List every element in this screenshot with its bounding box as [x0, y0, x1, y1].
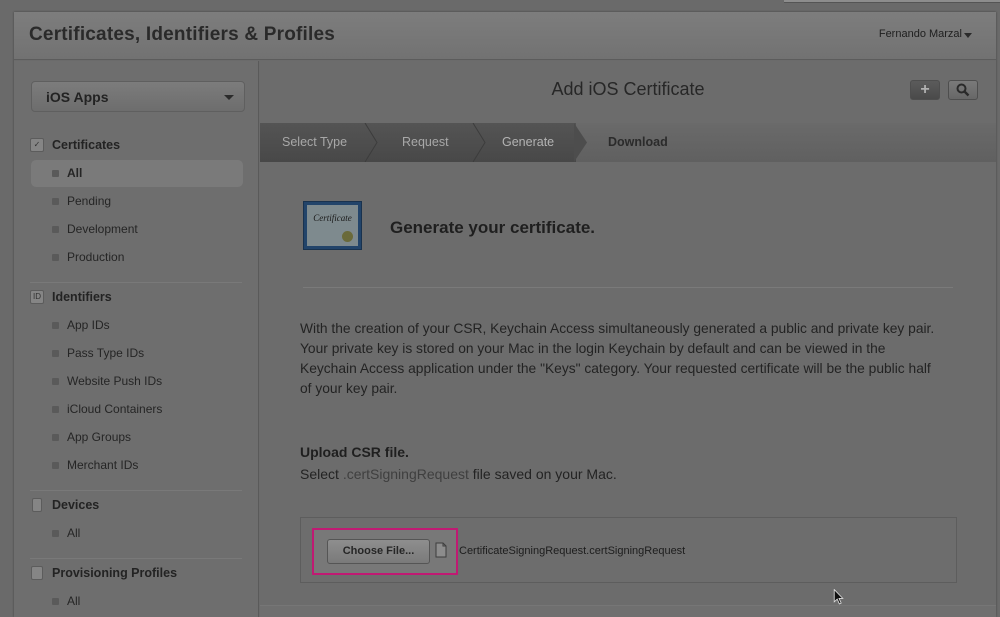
sidebar-item-app-groups[interactable]: App Groups [31, 424, 243, 451]
mouse-cursor-icon [833, 589, 844, 605]
file-icon [435, 542, 447, 558]
bullet-icon [52, 378, 59, 385]
sidebar-section-provisioning-profiles[interactable]: Provisioning Profiles [52, 566, 177, 580]
bullet-icon [52, 254, 59, 261]
content-title: Add iOS Certificate [551, 79, 705, 99]
file-upload-panel: Choose File... CertificateSigningRequest… [300, 517, 957, 583]
sidebar-item-app-ids[interactable]: App IDs [31, 312, 243, 339]
step-label: Select Type [282, 135, 348, 149]
bullet-icon [52, 530, 59, 537]
step-separator [472, 123, 486, 162]
bullet-icon [52, 462, 59, 469]
page-title: Certificates, Identifiers & Profiles [29, 24, 336, 45]
sidebar-item-label: App Groups [67, 430, 132, 444]
sidebar-item-label: Merchant IDs [67, 458, 139, 472]
search-button[interactable] [948, 80, 978, 100]
choose-file-button[interactable]: Choose File... [327, 539, 430, 564]
bullet-icon [52, 226, 59, 233]
chevron-down-icon[interactable] [964, 33, 972, 38]
certificate-icon: Certificate [303, 201, 362, 250]
generate-heading: Generate your certificate. [390, 218, 596, 237]
app-frame: Certificates, Identifiers & Profiles Fer… [14, 12, 996, 617]
sidebar-item-website-push-ids[interactable]: Website Push IDs [31, 368, 243, 395]
sidebar: iOS Apps ✓ Certificates All Pending Deve… [14, 61, 259, 617]
step-label: Request [402, 135, 449, 149]
sidebar-item-devices-all[interactable]: All [31, 520, 243, 547]
sidebar-divider [30, 558, 242, 559]
csr-explanation: With the creation of your CSR, Keychain … [300, 321, 935, 396]
content-divider [303, 287, 953, 288]
step-separator [364, 123, 378, 162]
plus-icon: + [920, 81, 930, 98]
sidebar-divider [30, 282, 242, 283]
add-button[interactable]: + [910, 80, 940, 100]
sidebar-item-label: Pass Type IDs [67, 346, 145, 360]
platform-select-value: iOS Apps [46, 89, 109, 105]
sidebar-item-pending[interactable]: Pending [31, 188, 243, 215]
footer-strip [260, 605, 996, 617]
sidebar-item-label: All [67, 166, 83, 180]
sidebar-item-certificates-all[interactable]: All [31, 160, 243, 187]
bullet-icon [52, 322, 59, 329]
magnifier-icon [956, 83, 970, 97]
sidebar-item-label: Development [67, 222, 138, 236]
sidebar-item-icloud-containers[interactable]: iCloud Containers [31, 396, 243, 423]
sidebar-item-label: Website Push IDs [67, 374, 163, 388]
step-label: Generate [502, 135, 555, 149]
sidebar-item-label: Production [67, 250, 125, 264]
top-window-strip [784, 0, 1000, 3]
main-content: Add iOS Certificate + Select Type Reques… [260, 61, 996, 617]
certificate-check-icon: ✓ [30, 138, 44, 152]
upload-heading: Upload CSR file. [300, 444, 409, 460]
step-progress-bar: Select Type Request Generate Download [260, 123, 996, 162]
certificate-icon-face: Certificate [307, 205, 358, 246]
platform-select[interactable]: iOS Apps [31, 81, 245, 112]
seal-icon [342, 231, 353, 242]
bullet-icon [52, 350, 59, 357]
user-menu[interactable]: Fernando Marzal [879, 28, 962, 40]
sidebar-section-identifiers[interactable]: Identifiers [52, 290, 112, 304]
chevron-down-icon [224, 95, 234, 100]
sidebar-item-production[interactable]: Production [31, 244, 243, 271]
bullet-icon [52, 434, 59, 441]
bullet-icon [52, 170, 59, 177]
sidebar-divider [30, 490, 242, 491]
bullet-icon [52, 406, 59, 413]
document-icon [31, 566, 43, 580]
upload-description: Select .certSigningRequest file saved on… [300, 466, 617, 482]
sidebar-item-development[interactable]: Development [31, 216, 243, 243]
sidebar-item-label: All [67, 526, 81, 540]
certificate-icon-text: Certificate [313, 213, 352, 223]
step-separator [574, 123, 587, 162]
sidebar-item-label: iCloud Containers [67, 402, 163, 416]
iphone-device-icon [32, 498, 42, 512]
selected-file-name: CertificateSigningRequest.certSigningReq… [459, 545, 686, 557]
highlight-outline: Choose File... [312, 528, 458, 575]
sidebar-item-pass-type-ids[interactable]: Pass Type IDs [31, 340, 243, 367]
sidebar-item-label: Pending [67, 194, 112, 208]
sidebar-item-merchant-ids[interactable]: Merchant IDs [31, 452, 243, 479]
id-badge-icon: ID [30, 290, 44, 304]
upload-desc-suffix: file saved on your Mac. [472, 466, 617, 482]
sidebar-section-certificates[interactable]: Certificates [52, 138, 120, 152]
bullet-icon [52, 198, 59, 205]
sidebar-item-profiles-all[interactable]: All [31, 588, 243, 615]
bullet-icon [52, 598, 59, 605]
step-label: Download [608, 135, 668, 149]
sidebar-item-label: All [67, 594, 81, 608]
sidebar-section-devices[interactable]: Devices [52, 498, 99, 512]
sidebar-item-label: App IDs [67, 318, 110, 332]
upload-desc-prefix: Select [300, 466, 339, 482]
app-header: Certificates, Identifiers & Profiles Fer… [14, 12, 996, 60]
upload-desc-extension: .certSigningRequest [342, 466, 469, 482]
